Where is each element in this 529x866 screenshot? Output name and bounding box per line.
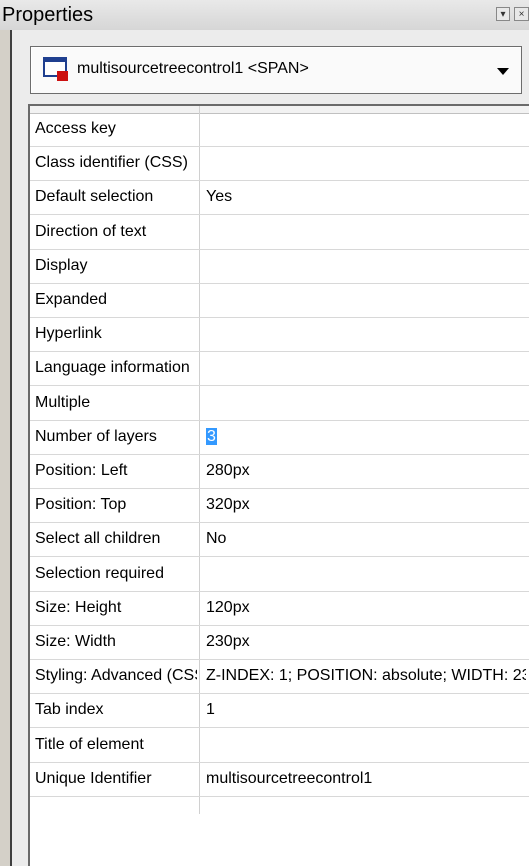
property-value-field[interactable]: 1 [206,701,526,719]
property-row[interactable]: Access key [30,113,529,147]
property-row[interactable]: Position: Top 320px [30,489,529,523]
property-row[interactable]: Title of element [30,729,529,763]
property-name: Position: Left [35,462,128,479]
property-name: Hyperlink [35,325,102,342]
property-row[interactable]: Default selection Yes [30,181,529,215]
close-icon[interactable]: × [514,7,529,21]
property-name: Size: Width [35,633,116,650]
window-title: Properties [2,4,94,26]
property-value-field[interactable]: No [206,530,526,548]
property-name: Number of layers [35,428,157,445]
property-value-field[interactable]: Z-INDEX: 1; POSITION: absolute; WIDTH: 2… [206,667,526,685]
property-value-field[interactable]: 3 [206,428,526,446]
property-value-field[interactable]: multisourcetreecontrol1 [206,770,526,788]
property-name: Default selection [35,188,154,205]
property-name: Direction of text [35,223,147,240]
title-bar: Properties ▾ × [0,0,529,31]
property-row[interactable]: Direction of text [30,216,529,250]
property-name: Title of element [35,736,144,753]
property-row[interactable]: Expanded [30,284,529,318]
property-name: Expanded [35,291,108,308]
property-row[interactable]: Class identifier (CSS) [30,147,529,181]
property-value-field[interactable]: Yes [206,188,526,206]
property-row[interactable]: Size: Height 120px [30,592,529,626]
property-row[interactable]: Selection required [30,558,529,592]
property-name: Class identifier (CSS) [35,154,188,171]
property-value-field[interactable]: 320px [206,496,526,514]
property-row[interactable]: Hyperlink [30,318,529,352]
property-value-field[interactable]: 280px [206,462,526,480]
property-name: Unique Identifier [35,770,152,787]
property-name: Selection required [35,565,164,582]
property-value-field[interactable]: 230px [206,633,526,651]
control-icon [43,57,68,81]
property-row[interactable]: Unique Identifier multisourcetreecontrol1 [30,763,529,797]
property-name: Styling: Advanced (CSS) [35,667,197,684]
property-name: Access key [35,120,116,137]
property-name: Display [35,257,88,274]
property-name: Size: Height [35,599,122,616]
object-selector-dropdown[interactable]: multisourcetreecontrol1 <SPAN> [30,46,522,94]
property-row[interactable]: Multiple [30,387,529,421]
property-name: Language information [35,359,190,376]
property-row[interactable]: Select all children No [30,523,529,557]
selected-value-text[interactable]: 3 [206,428,217,445]
property-row[interactable]: Language information [30,352,529,386]
property-name: Tab index [35,701,104,718]
property-row[interactable]: Number of layers 3 [30,421,529,455]
property-row[interactable]: Tab index 1 [30,694,529,728]
properties-panel: multisourcetreecontrol1 <SPAN> Access ke… [12,30,529,866]
property-row[interactable]: Position: Left 280px [30,455,529,489]
property-value-field[interactable]: 120px [206,599,526,617]
chevron-down-icon[interactable] [497,68,509,75]
property-row[interactable]: Display [30,250,529,284]
property-row[interactable]: Size: Width 230px [30,626,529,660]
selected-object-label: multisourcetreecontrol1 <SPAN> [77,60,309,77]
property-name: Multiple [35,394,91,411]
dropdown-pin-icon[interactable]: ▾ [496,7,510,21]
property-name: Position: Top [35,496,127,513]
property-row[interactable]: Styling: Advanced (CSS) Z-INDEX: 1; POSIT… [30,660,529,694]
property-grid: Access key Class identifier (CSS) Default … [28,104,529,866]
window-frame [0,30,10,866]
property-name: Select all children [35,530,161,547]
